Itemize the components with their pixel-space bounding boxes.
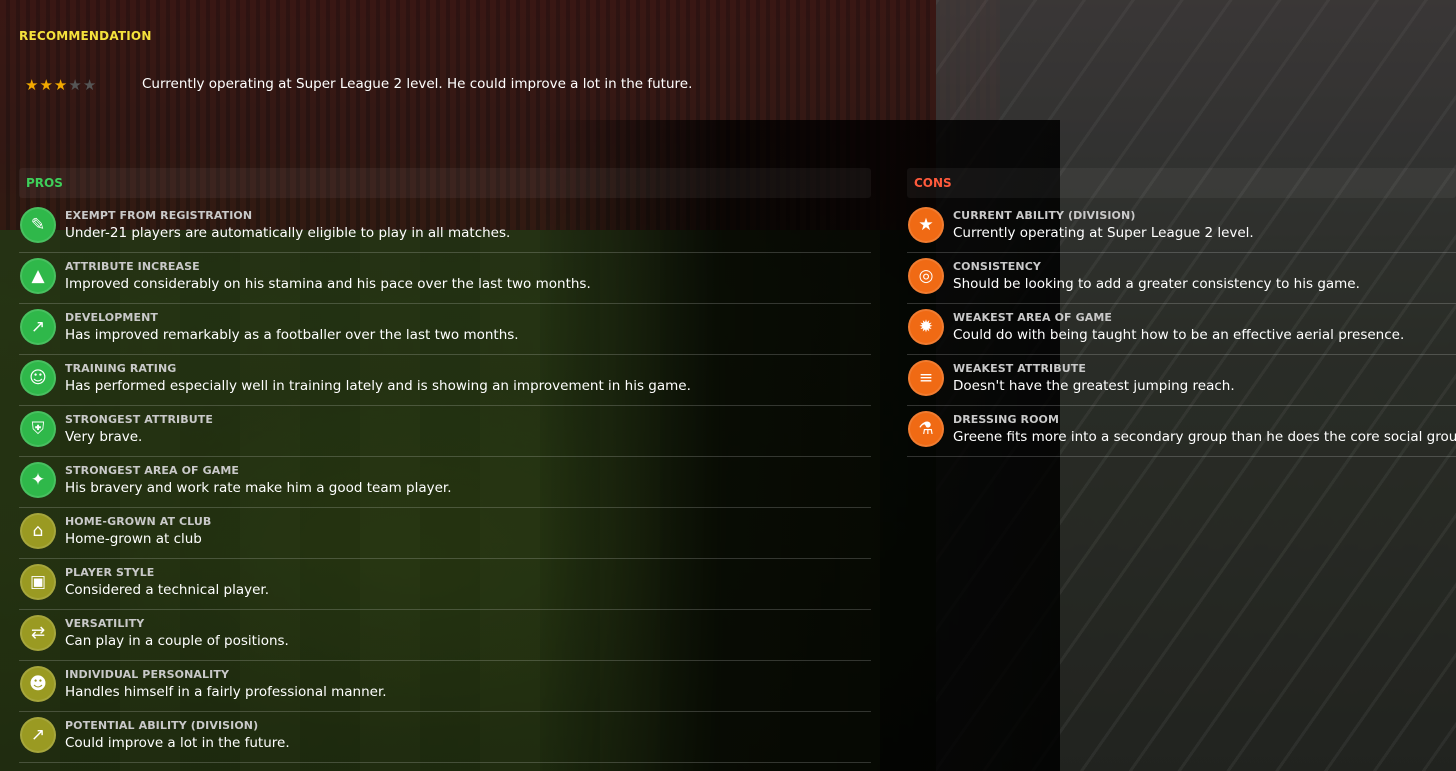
pros-header: PROS	[19, 168, 871, 198]
cons-item-description: Greene fits more into a secondary group …	[953, 429, 1456, 445]
star-filled-icon: ★	[53, 76, 68, 94]
development-icon: ↗	[20, 309, 56, 345]
cons-item-title: WEAKEST AREA OF GAME	[953, 311, 1112, 324]
cons-item-description: Could do with being taught how to be an …	[953, 327, 1405, 343]
pitch-icon: ▣	[20, 564, 56, 600]
pros-item-title: ATTRIBUTE INCREASE	[65, 260, 200, 273]
pros-item-description: Could improve a lot in the future.	[65, 735, 290, 751]
star-filled-icon: ★	[39, 76, 53, 94]
cons-item-title: CONSISTENCY	[953, 260, 1041, 273]
pros-item: ⛨ STRONGEST ATTRIBUTE Very brave.	[19, 406, 871, 457]
flask-icon: ⚗	[908, 411, 944, 447]
cons-item-title: WEAKEST ATTRIBUTE	[953, 362, 1086, 375]
pros-item-description: Very brave.	[65, 429, 143, 445]
cons-list: ★ CURRENT ABILITY (DIVISION) Currently ope…	[907, 202, 1456, 457]
cons-item-description: Doesn't have the greatest jumping reach.	[953, 378, 1235, 394]
cons-item: ★ CURRENT ABILITY (DIVISION) Currently ope…	[907, 202, 1456, 253]
pros-item: ☺ TRAINING RATING Has performed especially…	[19, 355, 871, 406]
arrows-icon: ⇄	[20, 615, 56, 651]
pros-item: ↗ DEVELOPMENT Has improved remarkably as a…	[19, 304, 871, 355]
cons-header: CONS	[907, 168, 1456, 198]
pros-item-description: Can play in a couple of positions.	[65, 633, 289, 649]
cons-item: ✹ WEAKEST AREA OF GAME Could do with being…	[907, 304, 1456, 355]
pros-item-description: Has performed especially well in trainin…	[65, 378, 691, 394]
shield-icon: ⛨	[20, 411, 56, 447]
cons-item-description: Should be looking to add a greater consi…	[953, 276, 1360, 292]
pros-column: PROS ✎ EXEMPT FROM REGISTRATION Under-21 p…	[19, 168, 871, 763]
star-filled-icon: ★	[25, 76, 39, 94]
head-icon: ☻	[20, 666, 56, 702]
star-rating: ★ ★ ★ ★ ★	[25, 78, 96, 93]
pros-item: ✎ EXEMPT FROM REGISTRATION Under-21 player…	[19, 202, 871, 253]
pros-item-description: His bravery and work rate make him a goo…	[65, 480, 452, 496]
cons-item: ≡ WEAKEST ATTRIBUTE Doesn't have the great…	[907, 355, 1456, 406]
pros-item-title: STRONGEST ATTRIBUTE	[65, 413, 213, 426]
target-icon: ◎	[908, 258, 944, 294]
pros-item-description: Improved considerably on his stamina and…	[65, 276, 591, 292]
bandage-icon: ✦	[20, 462, 56, 498]
pros-item-title: STRONGEST AREA OF GAME	[65, 464, 239, 477]
cons-item: ⚗ DRESSING ROOM Greene fits more into a se…	[907, 406, 1456, 457]
pros-item: ✦ STRONGEST AREA OF GAME His bravery and w…	[19, 457, 871, 508]
home-grown-icon: ⌂	[20, 513, 56, 549]
cons-item: ◎ CONSISTENCY Should be looking to add a g…	[907, 253, 1456, 304]
pros-list: ✎ EXEMPT FROM REGISTRATION Under-21 player…	[19, 202, 871, 763]
attribute-increase-icon: ▲	[20, 258, 56, 294]
cons-column: CONS ★ CURRENT ABILITY (DIVISION) Currentl…	[907, 168, 1456, 457]
pros-item-title: DEVELOPMENT	[65, 311, 158, 324]
spring-icon: ≡	[908, 360, 944, 396]
pros-item: ▲ ATTRIBUTE INCREASE Improved considerably…	[19, 253, 871, 304]
pros-item-title: HOME-GROWN AT CLUB	[65, 515, 212, 528]
star-empty-icon: ★	[82, 76, 97, 94]
registration-icon: ✎	[20, 207, 56, 243]
pros-item: ↗ POTENTIAL ABILITY (DIVISION) Could impro…	[19, 712, 871, 763]
pros-item-title: VERSATILITY	[65, 617, 145, 630]
star-icon: ★	[908, 207, 944, 243]
pros-item: ⇄ VERSATILITY Can play in a couple of posi…	[19, 610, 871, 661]
pros-item: ⌂ HOME-GROWN AT CLUB Home-grown at club	[19, 508, 871, 559]
pros-item-description: Under-21 players are automatically eligi…	[65, 225, 511, 241]
pros-item: ☻ INDIVIDUAL PERSONALITY Handles himself i…	[19, 661, 871, 712]
pros-item-title: TRAINING RATING	[65, 362, 177, 375]
pros-item-description: Has improved remarkably as a footballer …	[65, 327, 519, 343]
training-icon: ☺	[20, 360, 56, 396]
pros-item-description: Considered a technical player.	[65, 582, 269, 598]
pros-item-title: PLAYER STYLE	[65, 566, 155, 579]
pros-item-title: POTENTIAL ABILITY (DIVISION)	[65, 719, 259, 732]
pros-item-description: Handles himself in a fairly professional…	[65, 684, 387, 700]
pros-item-title: INDIVIDUAL PERSONALITY	[65, 668, 230, 681]
trend-up-icon: ↗	[20, 717, 56, 753]
recommendation-text: Currently operating at Super League 2 le…	[142, 76, 693, 92]
pros-item-title: EXEMPT FROM REGISTRATION	[65, 209, 253, 222]
cons-item-title: DRESSING ROOM	[953, 413, 1060, 426]
cons-item-title: CURRENT ABILITY (DIVISION)	[953, 209, 1136, 222]
scout-report-panel: RECOMMENDATION ★ ★ ★ ★ ★ Currently operating…	[0, 0, 1456, 771]
star-empty-icon: ★	[68, 76, 82, 94]
cons-item-description: Currently operating at Super League 2 le…	[953, 225, 1254, 241]
pros-item-description: Home-grown at club	[65, 531, 202, 547]
pros-item: ▣ PLAYER STYLE Considered a technical play…	[19, 559, 871, 610]
recommendation-title: RECOMMENDATION	[19, 29, 152, 43]
aerial-icon: ✹	[908, 309, 944, 345]
